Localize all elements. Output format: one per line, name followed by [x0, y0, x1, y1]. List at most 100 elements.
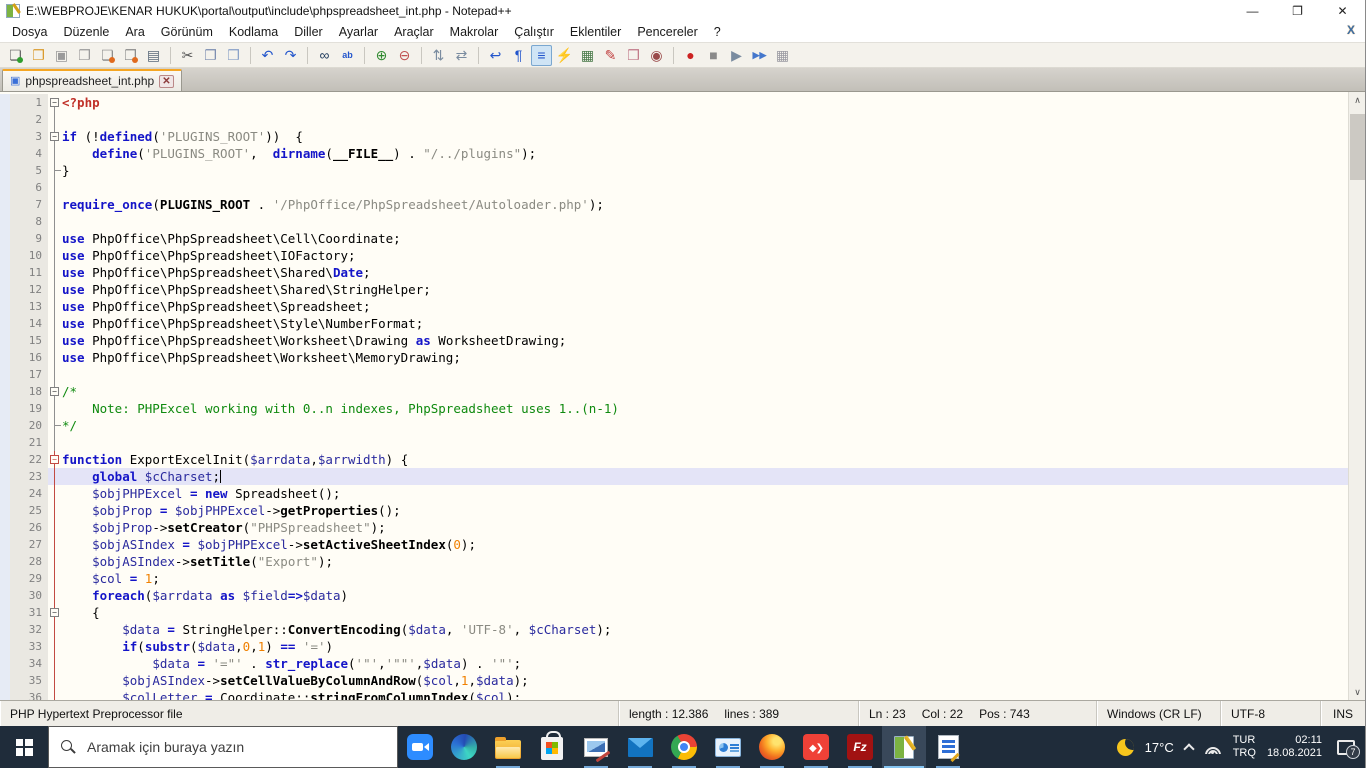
code-text[interactable]: <?php: [62, 94, 1348, 111]
bookmark-margin[interactable]: [0, 519, 10, 536]
open-file-icon[interactable]: ❐: [28, 45, 49, 66]
bookmark-margin[interactable]: [0, 332, 10, 349]
fold-margin[interactable]: [48, 111, 62, 128]
weather-temperature[interactable]: 17°C: [1145, 740, 1174, 755]
code-text[interactable]: use PhpOffice\PhpSpreadsheet\Shared\Stri…: [62, 281, 1348, 298]
taskbar-anydesk-icon[interactable]: [794, 726, 838, 768]
tab-close-icon[interactable]: ✕: [159, 74, 174, 88]
fold-margin[interactable]: [48, 315, 62, 332]
fold-margin[interactable]: [48, 230, 62, 247]
fold-collapse-icon[interactable]: −: [50, 387, 59, 396]
code-text[interactable]: [62, 366, 1348, 383]
undo-icon[interactable]: ↶: [257, 45, 278, 66]
bookmark-margin[interactable]: [0, 128, 10, 145]
zoom-in-icon[interactable]: ⊕: [371, 45, 392, 66]
bookmark-margin[interactable]: [0, 94, 10, 111]
fold-margin[interactable]: [48, 587, 62, 604]
code-text[interactable]: [62, 111, 1348, 128]
macro-save-icon[interactable]: ▦: [772, 45, 793, 66]
fold-margin[interactable]: [48, 672, 62, 689]
code-text[interactable]: function ExportExcelInit($arrdata,$arrwi…: [62, 451, 1348, 468]
code-text[interactable]: */: [62, 417, 1348, 434]
print-icon[interactable]: ▤: [143, 45, 164, 66]
bookmark-margin[interactable]: [0, 621, 10, 638]
redo-icon[interactable]: ↷: [280, 45, 301, 66]
taskbar-edge-icon[interactable]: [442, 726, 486, 768]
menu-ayarlar[interactable]: Ayarlar: [331, 22, 386, 42]
macro-run-multiple-icon[interactable]: ▶▶: [749, 45, 770, 66]
status-eol-format[interactable]: Windows (CR LF): [1097, 701, 1221, 726]
save-file-icon[interactable]: ▣: [51, 45, 72, 66]
code-text[interactable]: $objPHPExcel = new Spreadsheet();: [62, 485, 1348, 502]
taskbar-filezilla-icon[interactable]: [838, 726, 882, 768]
restore-button[interactable]: ❐: [1275, 0, 1320, 22]
close-all-files-icon[interactable]: ❐: [120, 45, 141, 66]
fold-margin[interactable]: [48, 468, 62, 485]
bookmark-margin[interactable]: [0, 349, 10, 366]
paste-icon[interactable]: ❒: [223, 45, 244, 66]
code-text[interactable]: }: [62, 162, 1348, 179]
fold-margin[interactable]: [48, 553, 62, 570]
taskbar-task-app-icon[interactable]: [926, 726, 970, 768]
fold-margin[interactable]: [48, 196, 62, 213]
code-text[interactable]: $data = '="' . str_replace('"','""',$dat…: [62, 655, 1348, 672]
fold-margin[interactable]: [48, 417, 62, 434]
scroll-up-icon[interactable]: ∧: [1349, 92, 1365, 108]
code-text[interactable]: use PhpOffice\PhpSpreadsheet\Style\Numbe…: [62, 315, 1348, 332]
code-text[interactable]: $objASIndex->setCellValueByColumnAndRow(…: [62, 672, 1348, 689]
code-text[interactable]: [62, 434, 1348, 451]
bookmark-margin[interactable]: [0, 400, 10, 417]
bookmark-margin[interactable]: [0, 162, 10, 179]
fold-margin[interactable]: [48, 502, 62, 519]
word-wrap-icon[interactable]: ↩: [485, 45, 506, 66]
code-text[interactable]: $objProp = $objPHPExcel->getProperties()…: [62, 502, 1348, 519]
code-text[interactable]: require_once(PLUGINS_ROOT . '/PhpOffice/…: [62, 196, 1348, 213]
menu-ara[interactable]: Ara: [117, 22, 152, 42]
zoom-out-icon[interactable]: ⊖: [394, 45, 415, 66]
menu-duzenle[interactable]: Düzenle: [55, 22, 117, 42]
fold-margin[interactable]: [48, 621, 62, 638]
bookmark-margin[interactable]: [0, 111, 10, 128]
bookmark-margin[interactable]: [0, 468, 10, 485]
fold-margin[interactable]: [48, 332, 62, 349]
fold-margin[interactable]: −: [48, 604, 62, 621]
status-insert-mode[interactable]: INS: [1321, 701, 1365, 726]
menu-pencereler[interactable]: Pencereler: [629, 22, 705, 42]
menu-araclar[interactable]: Araçlar: [386, 22, 442, 42]
code-text[interactable]: use PhpOffice\PhpSpreadsheet\Spreadsheet…: [62, 298, 1348, 315]
code-text[interactable]: use PhpOffice\PhpSpreadsheet\Cell\Coordi…: [62, 230, 1348, 247]
code-text[interactable]: foreach($arrdata as $field=>$data): [62, 587, 1348, 604]
fold-margin[interactable]: [48, 298, 62, 315]
fold-margin[interactable]: [48, 570, 62, 587]
bookmark-margin[interactable]: [0, 281, 10, 298]
scroll-down-icon[interactable]: ∨: [1349, 684, 1365, 700]
bookmark-margin[interactable]: [0, 196, 10, 213]
minimize-button[interactable]: —: [1230, 0, 1275, 22]
sync-horizontal-scrolling-icon[interactable]: ⇄: [451, 45, 472, 66]
bookmark-margin[interactable]: [0, 689, 10, 700]
fold-collapse-icon[interactable]: −: [50, 455, 59, 464]
bookmark-margin[interactable]: [0, 366, 10, 383]
fold-margin[interactable]: [48, 179, 62, 196]
fold-margin[interactable]: [48, 247, 62, 264]
code-text[interactable]: $objProp->setCreator("PHPSpreadsheet");: [62, 519, 1348, 536]
code-text[interactable]: /*: [62, 383, 1348, 400]
bookmark-margin[interactable]: [0, 230, 10, 247]
taskbar-file-explorer-icon[interactable]: [486, 726, 530, 768]
macro-record-icon[interactable]: ●: [680, 45, 701, 66]
bookmark-margin[interactable]: [0, 213, 10, 230]
fold-margin[interactable]: −: [48, 383, 62, 400]
start-button[interactable]: [0, 726, 48, 768]
bookmark-margin[interactable]: [0, 298, 10, 315]
bookmark-margin[interactable]: [0, 179, 10, 196]
bookmark-margin[interactable]: [0, 247, 10, 264]
bookmark-margin[interactable]: [0, 536, 10, 553]
fold-margin[interactable]: −: [48, 94, 62, 111]
fold-margin[interactable]: [48, 519, 62, 536]
code-text[interactable]: [62, 213, 1348, 230]
menu-gorunum[interactable]: Görünüm: [153, 22, 221, 42]
close-file-icon[interactable]: ❏: [97, 45, 118, 66]
bookmark-margin[interactable]: [0, 502, 10, 519]
fold-margin[interactable]: [48, 689, 62, 700]
code-text[interactable]: Note: PHPExcel working with 0..n indexes…: [62, 400, 1348, 417]
